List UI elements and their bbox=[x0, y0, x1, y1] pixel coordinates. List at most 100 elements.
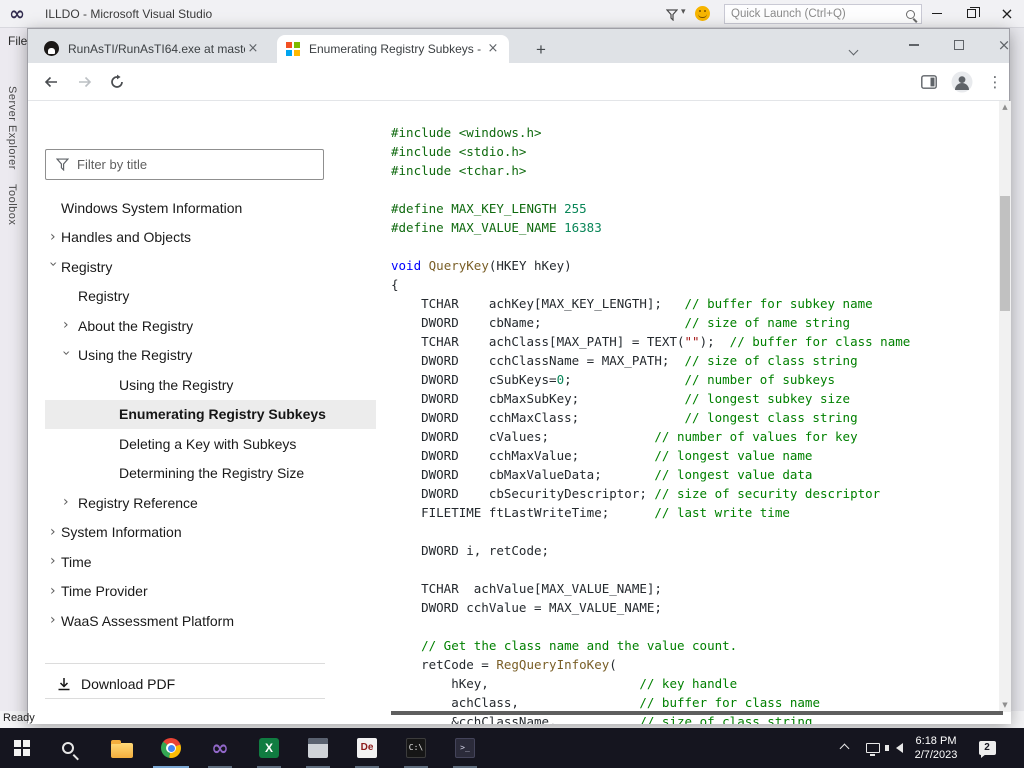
side-panel-icon[interactable] bbox=[920, 73, 938, 91]
vertical-scrollbar-thumb[interactable] bbox=[1000, 196, 1010, 311]
toc-item-registry[interactable]: › Registry bbox=[45, 252, 376, 282]
code-line: TCHAR achClass[MAX_PATH] = TEXT(""); // … bbox=[391, 334, 911, 349]
download-icon bbox=[58, 678, 70, 691]
code-line: #include <tchar.h> bbox=[391, 163, 527, 178]
chevron-right-icon[interactable]: › bbox=[50, 525, 56, 539]
tab-search-chevron-icon[interactable] bbox=[848, 41, 859, 59]
taskbar-terminal-icon[interactable]: >_ bbox=[443, 728, 487, 768]
vs-tab-toolbox[interactable]: Toolbox bbox=[6, 184, 18, 225]
tab-close-icon[interactable]: × bbox=[485, 41, 501, 57]
toc-item-registry[interactable]: Registry bbox=[45, 282, 376, 312]
browser-tab-enumerating-registry-subkeys[interactable]: Enumerating Registry Subkeys - × bbox=[277, 35, 509, 63]
toc-divider-top bbox=[45, 663, 325, 664]
code-block: #include <windows.h> #include <stdio.h> #i… bbox=[391, 123, 910, 724]
toc-item-label: Handles and Objects bbox=[61, 229, 191, 246]
taskbar-clock[interactable]: 6:18 PM 2/7/2023 bbox=[905, 734, 967, 762]
taskbar-cmd-icon[interactable]: C:\ bbox=[394, 728, 438, 768]
browser-menu-icon[interactable]: ⋮ bbox=[986, 73, 1004, 91]
chevron-right-icon[interactable]: › bbox=[50, 554, 56, 568]
tab-strip: RunAsTI/RunAsTI64.exe at maste × Enumera… bbox=[28, 29, 1010, 63]
quick-launch-box[interactable]: Quick Launch (Ctrl+Q) bbox=[724, 4, 922, 24]
toc-item-label: Deleting a Key with Subkeys bbox=[119, 435, 297, 452]
toc-item-label: Using the Registry bbox=[119, 376, 234, 393]
toc-item-handles-and-objects[interactable]: › Handles and Objects bbox=[45, 223, 376, 253]
browser-maximize-button[interactable] bbox=[939, 29, 979, 61]
back-icon[interactable] bbox=[42, 73, 60, 91]
chevron-right-icon[interactable]: › bbox=[63, 318, 69, 332]
code-line: #include <windows.h> bbox=[391, 125, 542, 140]
feedback-smiley-icon[interactable] bbox=[695, 6, 710, 21]
code-line: #include <stdio.h> bbox=[391, 144, 527, 159]
chevron-right-icon[interactable]: › bbox=[63, 495, 69, 509]
chevron-right-icon[interactable]: › bbox=[50, 584, 56, 598]
vs-close-button[interactable]: × bbox=[992, 0, 1022, 27]
vs-menu-file[interactable]: File bbox=[8, 34, 27, 48]
toc-item-system-information[interactable]: › System Information bbox=[45, 518, 376, 548]
code-line: // Get the class name and the value coun… bbox=[421, 638, 738, 653]
toc-item-windows-system-information[interactable]: Windows System Information bbox=[45, 193, 376, 223]
scroll-down-arrow-icon[interactable]: ▼ bbox=[999, 701, 1011, 709]
vs-minimize-button[interactable] bbox=[922, 0, 952, 27]
chevron-right-icon[interactable]: › bbox=[50, 613, 56, 627]
chevron-down-icon[interactable]: › bbox=[58, 350, 74, 356]
new-tab-button[interactable]: + bbox=[530, 39, 552, 61]
start-button[interactable] bbox=[0, 728, 44, 768]
vertical-scrollbar[interactable]: ▲ ▼ bbox=[999, 101, 1011, 712]
taskbar-de-app-icon[interactable]: De bbox=[345, 728, 389, 768]
desktop: ∞ ILLDO - Microsoft Visual Studio ▾ Quic… bbox=[0, 0, 1024, 768]
chevron-down-icon[interactable]: › bbox=[45, 261, 61, 267]
action-center-icon[interactable]: 2 bbox=[972, 728, 1002, 768]
taskbar-search-icon[interactable] bbox=[46, 728, 90, 768]
filter-funnel-icon[interactable] bbox=[665, 8, 679, 26]
browser-toolbar: learn.microsoft.com/en-us/windows/win32/… bbox=[28, 63, 1009, 128]
code-line: retCode = RegQueryInfoKey( bbox=[391, 657, 617, 672]
toc-item-registry-reference[interactable]: › Registry Reference bbox=[45, 488, 376, 518]
taskbar-visual-studio-icon[interactable]: ∞ bbox=[198, 728, 242, 768]
code-line: TCHAR achValue[MAX_VALUE_NAME]; bbox=[391, 581, 662, 596]
network-icon[interactable] bbox=[860, 728, 886, 768]
vs-tab-server-explorer[interactable]: Server Explorer bbox=[6, 86, 18, 170]
code-line: FILETIME ftLastWriteTime; // last write … bbox=[391, 505, 790, 520]
scroll-up-arrow-icon[interactable]: ▲ bbox=[999, 103, 1011, 111]
code-line: hKey, // key handle bbox=[391, 676, 738, 691]
horizontal-scrollbar-thumb[interactable] bbox=[391, 711, 1003, 715]
toc-item-label: Registry bbox=[61, 258, 113, 275]
taskbar-file-explorer-icon[interactable] bbox=[100, 728, 144, 768]
toc-filter-box[interactable] bbox=[45, 149, 324, 180]
tab-label: RunAsTI/RunAsTI64.exe at maste bbox=[68, 42, 245, 56]
vs-window-title: ILLDO - Microsoft Visual Studio bbox=[45, 7, 213, 21]
vs-restore-button[interactable] bbox=[956, 0, 986, 27]
download-pdf-link[interactable]: Download PDF bbox=[45, 671, 325, 697]
toc-item-label: Time bbox=[61, 553, 92, 570]
forward-icon[interactable] bbox=[76, 73, 94, 91]
browser-minimize-button[interactable] bbox=[894, 29, 934, 61]
vs-left-dock: File Server Explorer Toolbox bbox=[0, 28, 27, 711]
toc-item-enumerating-registry-subkeys[interactable]: Enumerating Registry Subkeys bbox=[45, 399, 376, 429]
taskbar-excel-icon[interactable]: X bbox=[247, 728, 291, 768]
toc-item-using-the-registry[interactable]: Using the Registry bbox=[45, 370, 376, 400]
reload-icon[interactable] bbox=[108, 73, 126, 91]
taskbar-chrome-icon[interactable] bbox=[149, 728, 193, 768]
taskbar-gray-app-icon[interactable] bbox=[296, 728, 340, 768]
toc-item-label: System Information bbox=[61, 524, 182, 541]
funnel-icon bbox=[56, 158, 69, 171]
toc-item-determining-the-registry-size[interactable]: Determining the Registry Size bbox=[45, 459, 376, 489]
toc-filter-input[interactable] bbox=[69, 150, 323, 179]
notification-count-badge: 2 bbox=[978, 741, 996, 758]
code-line: DWORD cSubKeys=0; // number of subkeys bbox=[391, 372, 836, 387]
tray-show-hidden-icons-chevron[interactable] bbox=[832, 728, 856, 768]
toc-item-time[interactable]: › Time bbox=[45, 547, 376, 577]
vs-right-edge bbox=[1010, 28, 1024, 711]
profile-avatar[interactable] bbox=[951, 71, 973, 93]
funnel-dropdown-caret-icon[interactable]: ▾ bbox=[681, 7, 686, 17]
browser-close-button[interactable]: × bbox=[984, 29, 1024, 61]
toc-item-waas-assessment-platform[interactable]: › WaaS Assessment Platform bbox=[45, 606, 376, 636]
toc-item-time-provider[interactable]: › Time Provider bbox=[45, 577, 376, 607]
tab-close-icon[interactable]: × bbox=[245, 41, 261, 57]
toc-item-about-the-registry[interactable]: › About the Registry bbox=[45, 311, 376, 341]
toc-item-deleting-a-key-with-subkeys[interactable]: Deleting a Key with Subkeys bbox=[45, 429, 376, 459]
browser-tab-runasti[interactable]: RunAsTI/RunAsTI64.exe at maste × bbox=[36, 35, 269, 63]
toc-item-using-the-registry[interactable]: › Using the Registry bbox=[45, 341, 376, 371]
chevron-right-icon[interactable]: › bbox=[50, 230, 56, 244]
code-line: DWORD cchClassName = MAX_PATH; // size o… bbox=[391, 353, 858, 368]
